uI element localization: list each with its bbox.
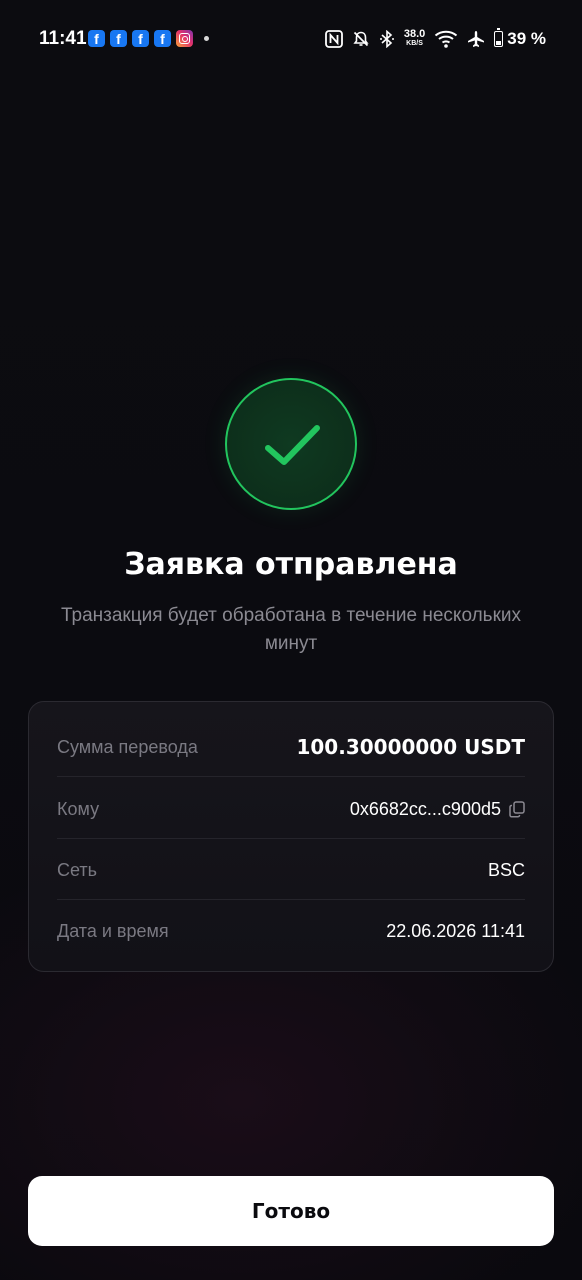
detail-row-network: Сеть BSC bbox=[57, 840, 525, 900]
bluetooth-icon bbox=[379, 30, 395, 48]
network-speed-value: 38.0 bbox=[403, 28, 426, 40]
page-title: Заявка отправлена bbox=[124, 547, 458, 582]
battery-indicator: 39 % bbox=[494, 28, 546, 49]
battery-percent: 39 % bbox=[507, 29, 546, 48]
network-value: BSC bbox=[487, 859, 525, 880]
facebook-icon: f bbox=[110, 30, 127, 47]
notification-icons: f f f f bbox=[88, 30, 209, 47]
status-time: 11:41 bbox=[39, 28, 87, 49]
facebook-icon: f bbox=[154, 30, 171, 47]
datetime-value: 22.06.2026 11:41 bbox=[386, 920, 525, 941]
done-button[interactable]: Готово bbox=[28, 1176, 554, 1246]
wifi-icon bbox=[434, 30, 458, 48]
copy-icon[interactable] bbox=[509, 800, 525, 818]
nfc-icon bbox=[324, 30, 343, 48]
detail-row-amount: Сумма перевода 100.30000000 USDT bbox=[57, 717, 525, 777]
instagram-icon bbox=[176, 30, 193, 47]
status-bar: 11:41 f f f f 38.0 KB/S 39 % bbox=[0, 0, 582, 78]
transfer-details-card: Сумма перевода 100.30000000 USDT Кому 0x… bbox=[28, 701, 554, 972]
facebook-icon: f bbox=[88, 30, 105, 47]
more-notifications-dot bbox=[204, 36, 209, 41]
detail-row-datetime: Дата и время 22.06.2026 11:41 bbox=[57, 901, 525, 961]
page-subtitle: Транзакция будет обработана в течение не… bbox=[60, 605, 522, 654]
battery-fill bbox=[496, 41, 502, 45]
success-badge bbox=[225, 378, 357, 510]
network-label: Сеть bbox=[57, 859, 98, 880]
detail-row-recipient: Кому 0x6682cc...c900d5 bbox=[57, 779, 525, 839]
airplane-icon bbox=[467, 30, 485, 48]
recipient-label: Кому bbox=[57, 798, 100, 819]
checkmark-icon bbox=[265, 425, 320, 465]
amount-value: 100.30000000 USDT bbox=[296, 735, 525, 759]
datetime-label: Дата и время bbox=[57, 920, 169, 941]
system-icons: 38.0 KB/S 39 % bbox=[324, 28, 546, 50]
recipient-address: 0x6682cc...c900d5 bbox=[349, 798, 501, 819]
amount-label: Сумма перевода bbox=[57, 736, 198, 757]
network-speed-unit: KB/S bbox=[406, 40, 423, 47]
mute-icon bbox=[352, 30, 370, 48]
facebook-icon: f bbox=[132, 30, 149, 47]
battery-icon bbox=[494, 28, 504, 47]
network-speed: 38.0 KB/S bbox=[403, 28, 426, 48]
recipient-value-group: 0x6682cc...c900d5 bbox=[350, 799, 525, 820]
